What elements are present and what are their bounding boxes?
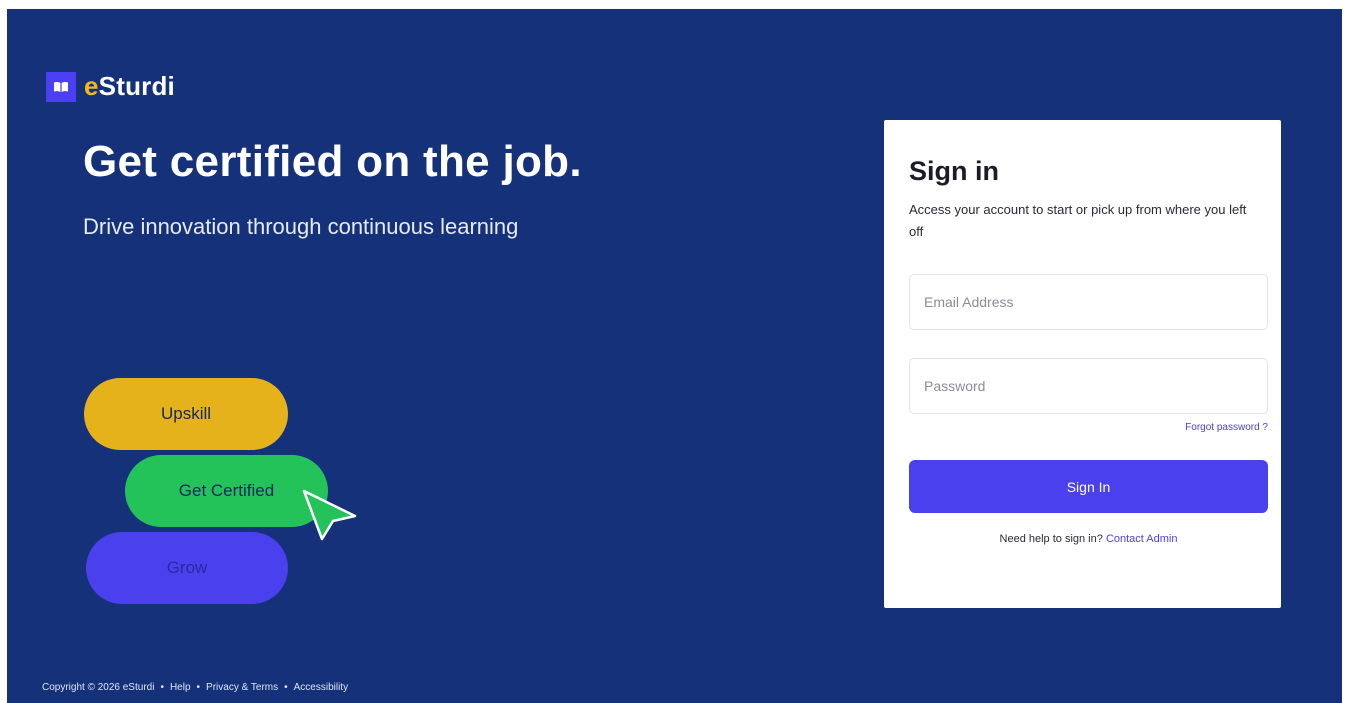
footer-privacy-link[interactable]: Privacy & Terms — [206, 682, 278, 693]
footer: Copyright © 2026 eSturdi • Help • Privac… — [42, 682, 348, 693]
upskill-pill: Upskill — [84, 378, 288, 450]
forgot-password-link[interactable]: Forgot password ? — [909, 422, 1268, 433]
contact-admin-link[interactable]: Contact Admin — [1106, 533, 1178, 545]
help-text: Need help to sign in? — [999, 533, 1103, 545]
get-certified-pill: Get Certified — [125, 455, 328, 527]
signin-help: Need help to sign in? Contact Admin — [909, 533, 1268, 545]
footer-separator: • — [196, 682, 201, 693]
footer-copyright: Copyright © 2026 eSturdi — [42, 682, 155, 693]
email-input[interactable] — [909, 274, 1268, 330]
hero-subtitle: Drive innovation through continuous lear… — [83, 214, 519, 239]
pointer-cursor-icon — [300, 487, 360, 548]
brand-logo[interactable]: eSturdi — [46, 71, 175, 102]
password-input[interactable] — [909, 358, 1268, 414]
signin-title: Sign in — [909, 156, 999, 186]
login-page: eSturdi Get certified on the job. Drive … — [7, 9, 1342, 703]
grow-pill: Grow — [86, 532, 288, 604]
footer-separator: • — [160, 682, 164, 693]
signin-description: Access your account to start or pick up … — [909, 202, 1247, 239]
footer-separator: • — [284, 682, 288, 693]
sign-in-button[interactable]: Sign In — [909, 460, 1268, 513]
signin-card: Sign in Access your account to start or … — [884, 120, 1281, 608]
footer-help-link[interactable]: Help — [170, 682, 191, 693]
open-book-icon — [46, 71, 76, 102]
footer-accessibility-link[interactable]: Accessibility — [294, 682, 348, 693]
brand-name: eSturdi — [84, 71, 175, 101]
hero-title: Get certified on the job. — [83, 137, 582, 186]
